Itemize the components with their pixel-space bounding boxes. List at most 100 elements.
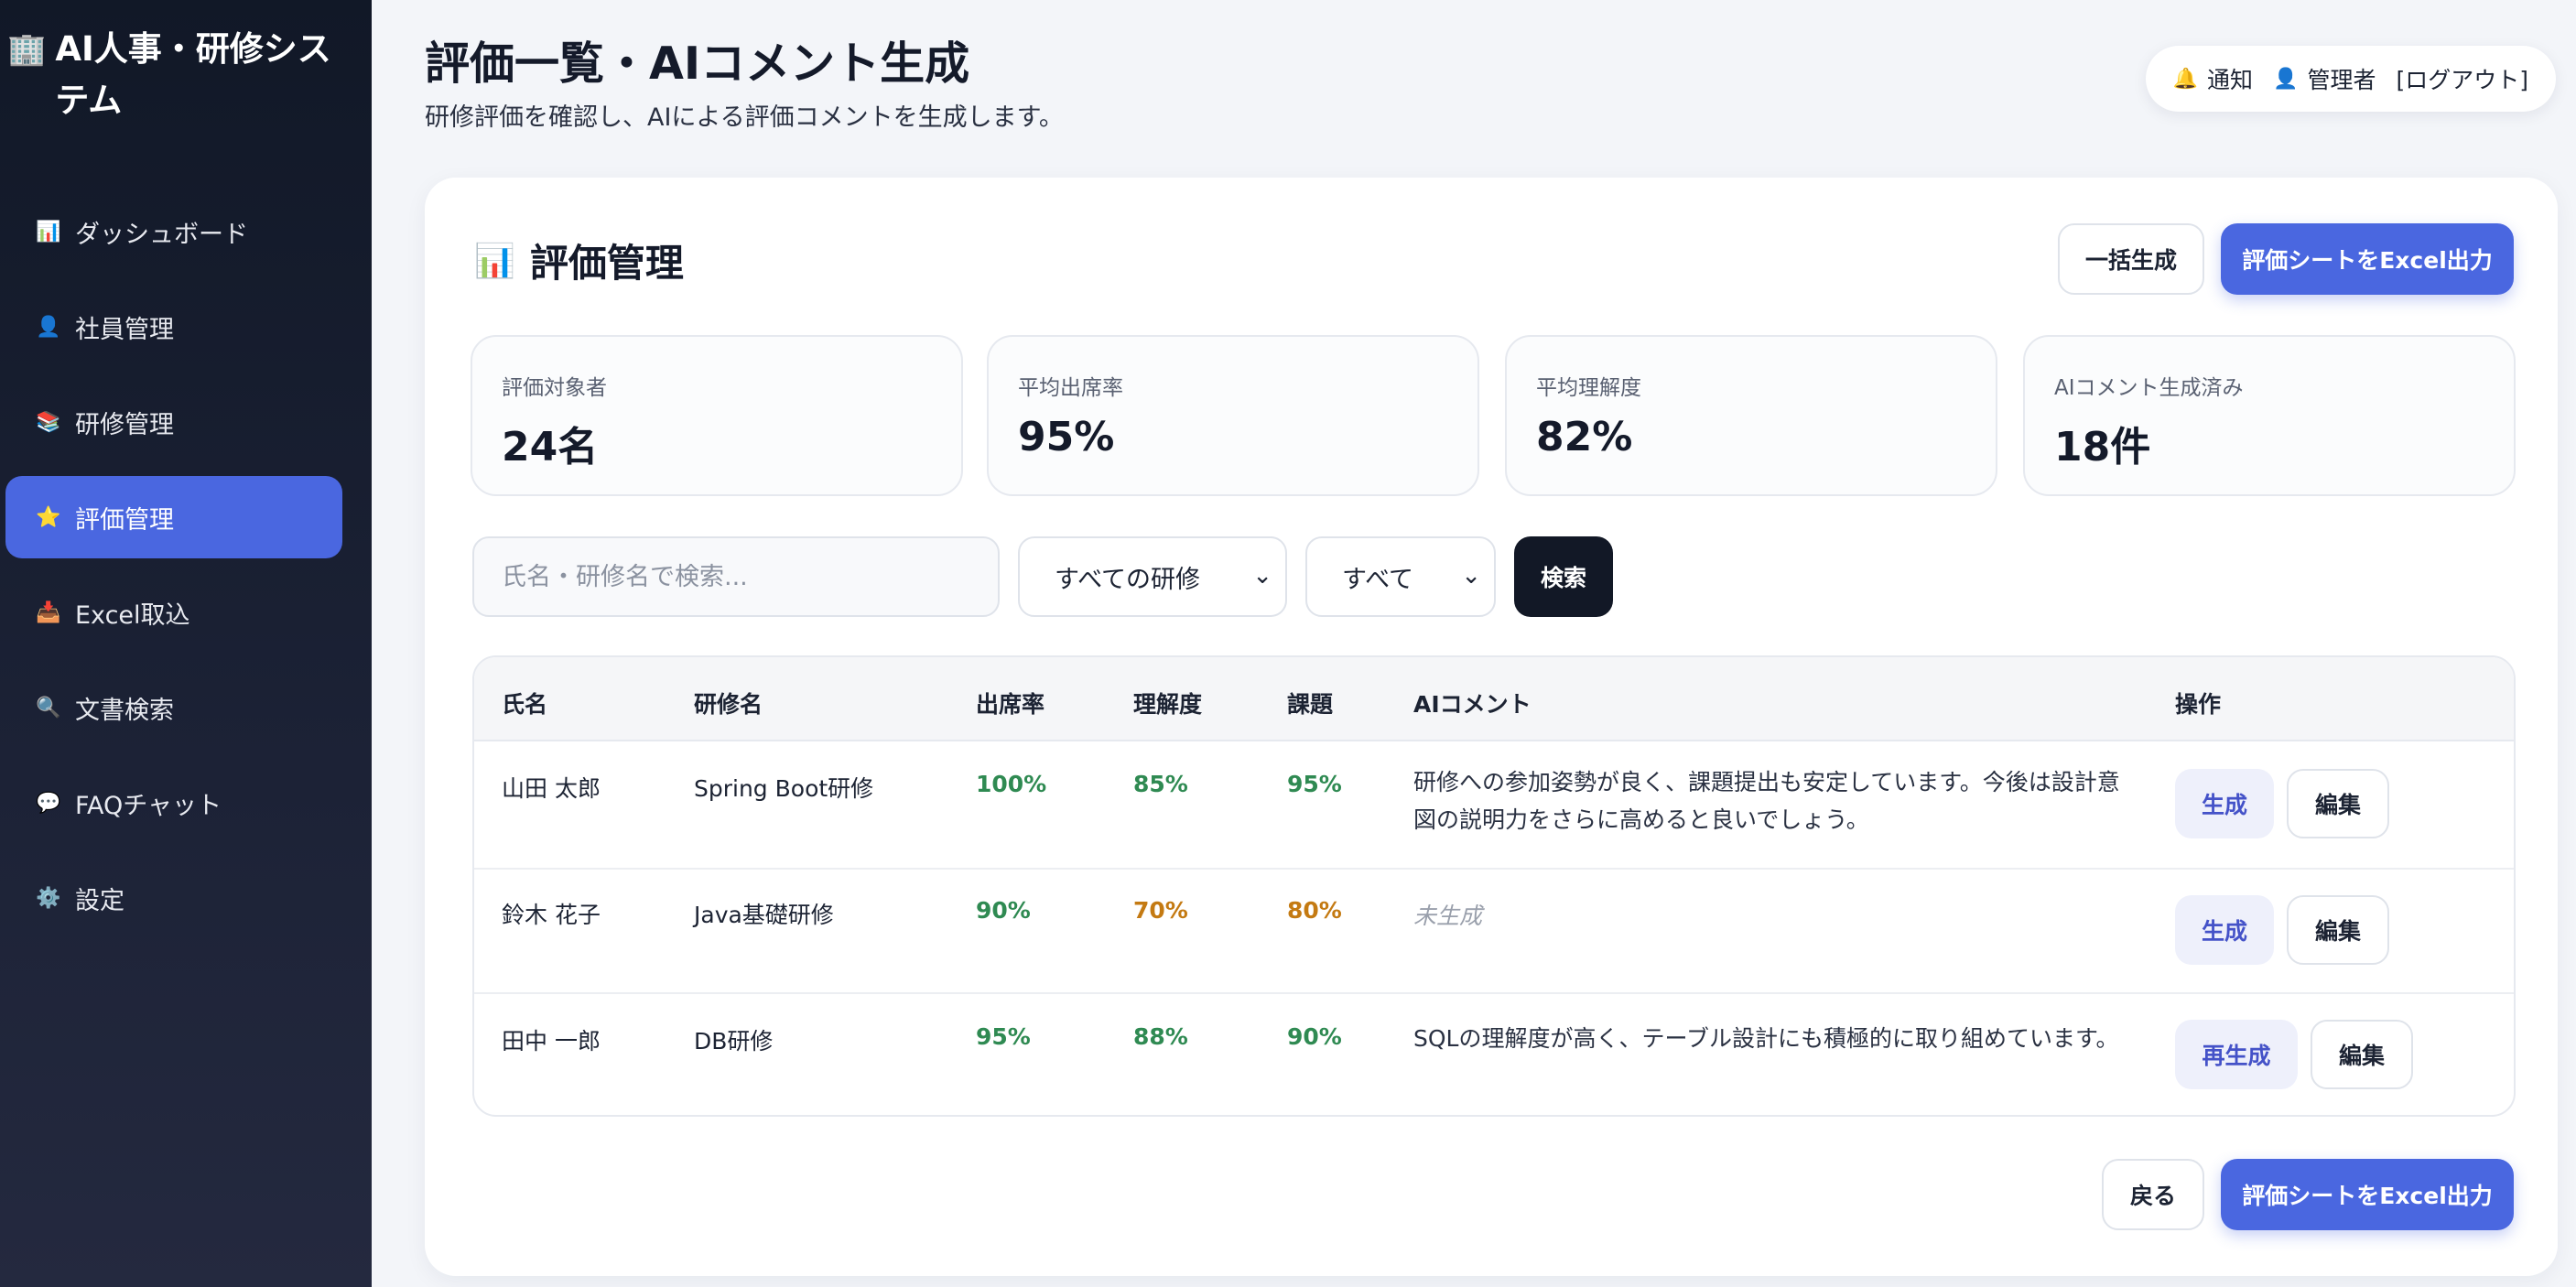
- sidebar-item-dashboard[interactable]: 📊 ダッシュボード: [5, 190, 342, 273]
- notification-label: 通知: [2207, 67, 2254, 93]
- column-header: 出席率: [976, 691, 1045, 718]
- table-row: 鈴木 花子 Java基礎研修 90% 70% 80% 未生成 生成 編集: [474, 870, 2514, 994]
- cell-name: 山田 太郎: [502, 775, 601, 802]
- stat-label: 平均理解度: [1536, 376, 1641, 400]
- sidebar-item-evaluation[interactable]: ⭐ 評価管理: [5, 476, 342, 558]
- chart-icon: 📊: [474, 242, 515, 280]
- column-header: 理解度: [1133, 691, 1203, 718]
- stat-card-understanding: 平均理解度 82%: [1505, 335, 1997, 496]
- books-icon: 📚: [36, 410, 61, 434]
- training-select-value: すべての研修: [1055, 565, 1201, 594]
- sidebar-item-faq-chat[interactable]: 💬 FAQチャット: [5, 762, 342, 844]
- stat-card-targets: 評価対象者 24名: [471, 335, 963, 496]
- bell-icon: 🔔: [2172, 67, 2199, 91]
- column-header: 課題: [1287, 691, 1334, 718]
- sidebar-item-excel-import[interactable]: 📥 Excel取込: [5, 571, 342, 654]
- search-input[interactable]: [472, 536, 1000, 617]
- regenerate-button[interactable]: 再生成: [2175, 1020, 2298, 1089]
- stat-value: 95%: [1018, 414, 1115, 460]
- generate-button[interactable]: 生成: [2175, 895, 2274, 965]
- cell-assignment: 90%: [1287, 1023, 1342, 1050]
- status-select[interactable]: すべて ⌄: [1305, 536, 1496, 617]
- stat-value: 24名: [502, 424, 599, 470]
- cell-training: Spring Boot研修: [694, 775, 874, 802]
- main-content: 評価一覧・AIコメント生成 研修評価を確認し、AIによる評価コメントを生成します…: [372, 0, 2576, 1287]
- user-label: 管理者: [2307, 67, 2376, 93]
- sidebar-item-label: Excel取込: [75, 600, 190, 630]
- building-icon: 🏢: [7, 31, 47, 68]
- notification-button[interactable]: 🔔 通知: [2173, 62, 2253, 95]
- stat-label: 評価対象者: [502, 376, 607, 400]
- cell-attendance: 95%: [976, 1023, 1031, 1050]
- user-bar: 🔔 通知 👤 管理者 [ログアウト]: [2145, 46, 2556, 112]
- sidebar-item-employees[interactable]: 👤 社員管理: [5, 286, 342, 368]
- inbox-icon: 📥: [36, 600, 61, 624]
- evaluation-table: 氏名 研修名 出席率 理解度 課題 AIコメント 操作 山田 太郎 Spring…: [472, 655, 2516, 1117]
- page-title: 評価一覧・AIコメント生成: [425, 38, 970, 90]
- bulk-generate-button[interactable]: 一括生成: [2058, 223, 2204, 295]
- cell-training: Java基礎研修: [694, 902, 834, 928]
- chevron-down-icon: ⌄: [1461, 562, 1481, 589]
- cell-attendance: 90%: [976, 897, 1031, 924]
- page-subtitle: 研修評価を確認し、AIによる評価コメントを生成します。: [425, 103, 1064, 132]
- cell-name: 田中 一郎: [502, 1028, 601, 1054]
- cell-attendance: 100%: [976, 771, 1047, 797]
- stat-value: 82%: [1536, 414, 1633, 460]
- evaluation-card: 📊 評価管理 一括生成 評価シートをExcel出力 評価対象者 24名 平均出席…: [425, 178, 2558, 1276]
- column-header: AIコメント: [1413, 691, 1532, 718]
- stat-value: 18件: [2054, 424, 2151, 470]
- brand-title: AI人事・研修システム: [55, 29, 331, 120]
- sidebar-item-doc-search[interactable]: 🔍 文書検索: [5, 666, 342, 749]
- column-header: 操作: [2175, 691, 2222, 718]
- training-select[interactable]: すべての研修 ⌄: [1018, 536, 1287, 617]
- cell-name: 鈴木 花子: [502, 902, 601, 928]
- cell-understanding: 88%: [1133, 1023, 1188, 1050]
- cell-ai-comment: 研修への参加姿勢が良く、課題提出も安定しています。今後は設計意図の説明力をさらに…: [1413, 769, 2120, 833]
- excel-export-button[interactable]: 評価シートをExcel出力: [2221, 223, 2514, 295]
- status-select-value: すべて: [1342, 565, 1414, 594]
- cell-assignment: 95%: [1287, 771, 1342, 797]
- chevron-down-icon: ⌄: [1252, 562, 1272, 589]
- user-icon: 👤: [2273, 67, 2299, 91]
- sidebar-item-label: ダッシュボード: [75, 220, 248, 249]
- edit-button[interactable]: 編集: [2287, 895, 2389, 965]
- user-menu[interactable]: 👤 管理者: [2273, 62, 2376, 95]
- card-title-text: 評価管理: [529, 241, 684, 286]
- stat-label: AIコメント生成済み: [2054, 376, 2244, 400]
- table-header: 氏名 研修名 出席率 理解度 課題 AIコメント 操作: [474, 657, 2514, 741]
- chat-icon: 💬: [36, 791, 61, 815]
- table-row: 山田 太郎 Spring Boot研修 100% 85% 95% 研修への参加姿…: [474, 741, 2514, 870]
- excel-export-bottom-button[interactable]: 評価シートをExcel出力: [2221, 1159, 2514, 1230]
- sidebar-item-settings[interactable]: ⚙️ 設定: [5, 857, 342, 939]
- edit-button[interactable]: 編集: [2311, 1020, 2413, 1089]
- column-header: 研修名: [694, 691, 763, 718]
- back-button[interactable]: 戻る: [2102, 1159, 2204, 1230]
- cell-understanding: 85%: [1133, 771, 1188, 797]
- sidebar-item-label: FAQチャット: [75, 791, 222, 820]
- stat-card-ai-generated: AIコメント生成済み 18件: [2023, 335, 2516, 496]
- sidebar-item-label: 文書検索: [75, 696, 174, 725]
- cell-training: DB研修: [694, 1028, 774, 1054]
- cell-ai-comment: 未生成: [1413, 903, 1483, 929]
- column-header: 氏名: [502, 691, 548, 718]
- sidebar-item-training[interactable]: 📚 研修管理: [5, 381, 342, 463]
- edit-button[interactable]: 編集: [2287, 769, 2389, 838]
- gear-icon: ⚙️: [36, 886, 61, 910]
- stat-card-attendance: 平均出席率 95%: [987, 335, 1479, 496]
- cell-assignment: 80%: [1287, 897, 1342, 924]
- table-row: 田中 一郎 DB研修 95% 88% 90% SQLの理解度が高く、テーブル設計…: [474, 994, 2514, 1115]
- star-icon: ⭐: [36, 505, 61, 529]
- logout-link[interactable]: [ログアウト]: [2396, 62, 2528, 95]
- search-icon: 🔍: [36, 696, 61, 719]
- sidebar-item-label: 研修管理: [75, 410, 174, 439]
- card-title: 📊 評価管理: [474, 233, 684, 288]
- sidebar-item-label: 社員管理: [75, 315, 174, 344]
- stat-label: 平均出席率: [1018, 376, 1123, 400]
- generate-button[interactable]: 生成: [2175, 769, 2274, 838]
- brand[interactable]: 🏢 AI人事・研修システム: [7, 24, 364, 126]
- sidebar-item-label: 設定: [75, 886, 124, 915]
- sidebar-nav: 📊 ダッシュボード 👤 社員管理 📚 研修管理 ⭐ 評価管理 📥 Excel取込…: [5, 190, 342, 952]
- search-button[interactable]: 検索: [1514, 536, 1613, 617]
- chart-icon: 📊: [36, 220, 61, 243]
- sidebar: 🏢 AI人事・研修システム 📊 ダッシュボード 👤 社員管理 📚 研修管理 ⭐ …: [0, 0, 372, 1287]
